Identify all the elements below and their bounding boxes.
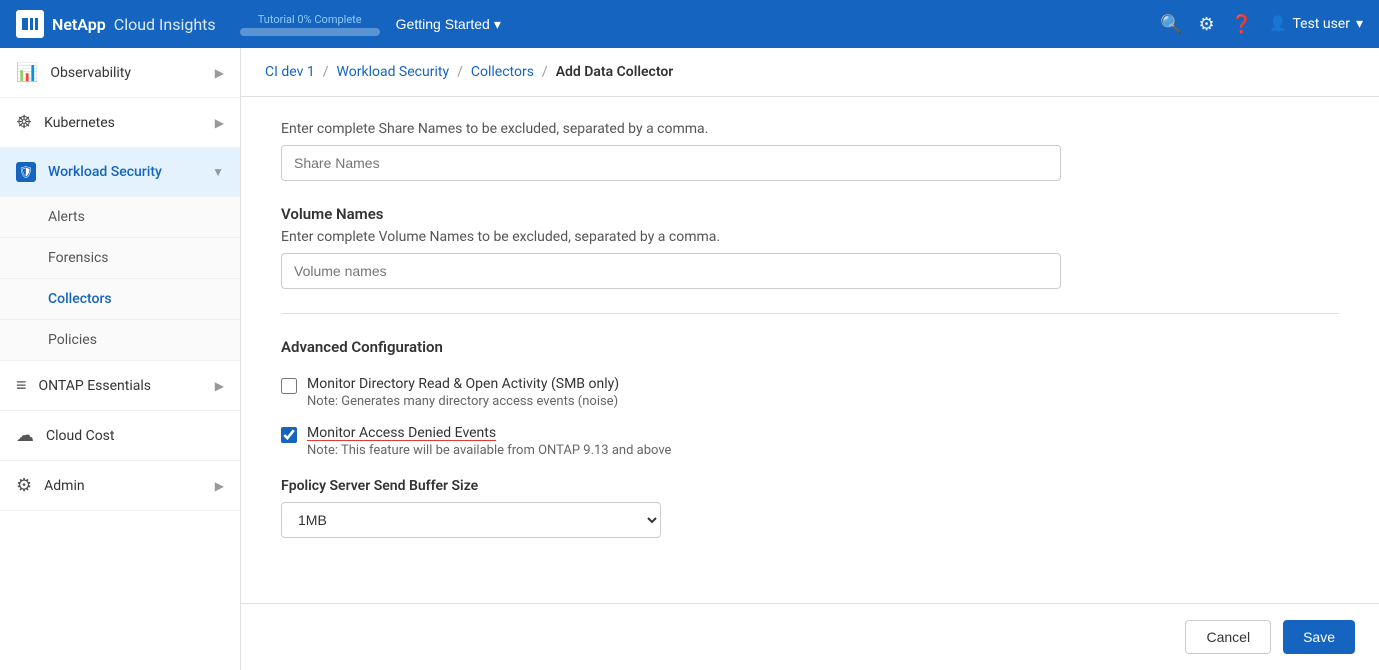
fpolicy-buffer-select[interactable]: 1MB 2MB 4MB 8MB [281, 502, 661, 538]
sidebar-item-cloud-cost-label: Cloud Cost [46, 428, 115, 444]
breadcrumb-workload-security[interactable]: Workload Security [337, 64, 450, 80]
tutorial-label: Tutorial 0% Complete [258, 13, 362, 26]
sidebar-subitem-forensics[interactable]: Forensics [0, 238, 240, 279]
sidebar-item-observability[interactable]: 📊 Observability ▶ [0, 48, 240, 98]
volume-names-field-group: Volume Names Enter complete Volume Names… [281, 205, 1339, 289]
save-button[interactable]: Save [1283, 620, 1355, 654]
monitor-directory-checkbox[interactable] [281, 378, 297, 394]
monitor-access-denied-row: Monitor Access Denied Events Note: This … [281, 425, 1339, 458]
fpolicy-buffer-label: Fpolicy Server Send Buffer Size [281, 478, 1339, 494]
sidebar-item-ontap-label: ONTAP Essentials [39, 378, 151, 394]
sidebar-item-admin-label: Admin [44, 478, 84, 494]
workload-security-icon: 🛡 [16, 162, 36, 182]
chevron-right-icon-2: ▶ [215, 116, 224, 130]
settings-icon[interactable]: ⚙ [1198, 14, 1214, 35]
sidebar-item-kubernetes-label: Kubernetes [44, 115, 115, 131]
fpolicy-buffer-group: Fpolicy Server Send Buffer Size 1MB 2MB … [281, 478, 1339, 538]
monitor-access-denied-note: Note: This feature will be available fro… [307, 443, 671, 458]
ontap-essentials-icon: ≡ [16, 375, 27, 396]
nav-icons: 🔍 ⚙ ❓ 👤 Test user ▾ [1160, 14, 1363, 35]
sidebar-item-workload-security-label: Workload Security [48, 164, 162, 180]
search-icon[interactable]: 🔍 [1160, 14, 1182, 35]
monitor-access-denied-label[interactable]: Monitor Access Denied Events [307, 425, 671, 441]
product-name: Cloud Insights [114, 15, 216, 34]
user-chevron-icon: ▾ [1356, 16, 1363, 32]
volume-names-description: Enter complete Volume Names to be exclud… [281, 229, 1339, 245]
monitor-access-denied-label-text: Monitor Access Denied Events [307, 425, 496, 441]
advanced-config-title: Advanced Configuration [281, 338, 1339, 356]
sidebar-item-workload-security[interactable]: 🛡 Workload Security ▼ [0, 148, 240, 197]
share-names-field-group: Enter complete Share Names to be exclude… [281, 121, 1339, 181]
share-names-input[interactable] [281, 145, 1061, 181]
chevron-right-icon-4: ▶ [215, 479, 224, 493]
top-navigation: NetApp Cloud Insights Tutorial 0% Comple… [0, 0, 1379, 48]
main-content: CI dev 1 / Workload Security / Collector… [241, 48, 1379, 670]
sidebar-item-kubernetes[interactable]: ☸ Kubernetes ▶ [0, 98, 240, 148]
admin-icon: ⚙ [16, 475, 32, 496]
footer-actions: Cancel Save [241, 603, 1379, 670]
cancel-button[interactable]: Cancel [1185, 620, 1271, 654]
monitor-directory-note: Note: Generates many directory access ev… [307, 394, 619, 409]
volume-names-input[interactable] [281, 253, 1061, 289]
logo: NetApp Cloud Insights [16, 10, 216, 38]
sidebar-item-cloud-cost[interactable]: ☁ Cloud Cost [0, 411, 240, 461]
breadcrumb-sep-2: / [457, 64, 463, 80]
user-menu[interactable]: 👤 Test user ▾ [1269, 16, 1363, 32]
volume-names-title: Volume Names [281, 205, 1339, 223]
breadcrumb-ci-dev[interactable]: CI dev 1 [265, 64, 315, 80]
getting-started-button[interactable]: Getting Started ▾ [396, 16, 501, 33]
breadcrumb-collectors[interactable]: Collectors [471, 64, 534, 80]
tutorial-progress-bar: Tutorial 0% Complete [240, 13, 380, 36]
sidebar-subitem-alerts[interactable]: Alerts [0, 197, 240, 238]
monitor-directory-row: Monitor Directory Read & Open Activity (… [281, 376, 1339, 409]
chevron-right-icon-3: ▶ [215, 379, 224, 393]
sidebar-item-ontap-essentials[interactable]: ≡ ONTAP Essentials ▶ [0, 361, 240, 411]
user-avatar-icon: 👤 [1269, 16, 1286, 32]
sidebar-subitem-collectors[interactable]: Collectors [0, 279, 240, 320]
netapp-logo-icon [16, 10, 44, 38]
breadcrumb-sep-3: / [542, 64, 548, 80]
sidebar-item-admin[interactable]: ⚙ Admin ▶ [0, 461, 240, 511]
sidebar-item-observability-label: Observability [50, 65, 131, 81]
kubernetes-icon: ☸ [16, 112, 32, 133]
breadcrumb: CI dev 1 / Workload Security / Collector… [241, 48, 1379, 97]
cloud-cost-icon: ☁ [16, 425, 34, 446]
help-icon[interactable]: ❓ [1231, 14, 1253, 35]
sidebar: 📊 Observability ▶ ☸ Kubernetes ▶ 🛡 Workl… [0, 48, 241, 670]
chevron-down-icon: ▼ [212, 165, 224, 179]
user-label: Test user [1292, 16, 1350, 32]
workload-security-submenu: Alerts Forensics Collectors Policies [0, 197, 240, 361]
monitor-directory-label[interactable]: Monitor Directory Read & Open Activity (… [307, 376, 619, 392]
brand-name: NetApp [52, 15, 106, 34]
sidebar-subitem-policies[interactable]: Policies [0, 320, 240, 361]
breadcrumb-sep-1: / [323, 64, 329, 80]
share-names-description: Enter complete Share Names to be exclude… [281, 121, 1339, 137]
observability-icon: 📊 [16, 62, 38, 83]
monitor-access-denied-checkbox[interactable] [281, 427, 297, 443]
section-divider [281, 313, 1339, 314]
chevron-right-icon: ▶ [215, 66, 224, 80]
advanced-configuration-section: Advanced Configuration Monitor Directory… [281, 338, 1339, 538]
form-content: Enter complete Share Names to be exclude… [241, 97, 1379, 562]
breadcrumb-current: Add Data Collector [556, 64, 674, 80]
tutorial-progress-track [240, 28, 380, 36]
